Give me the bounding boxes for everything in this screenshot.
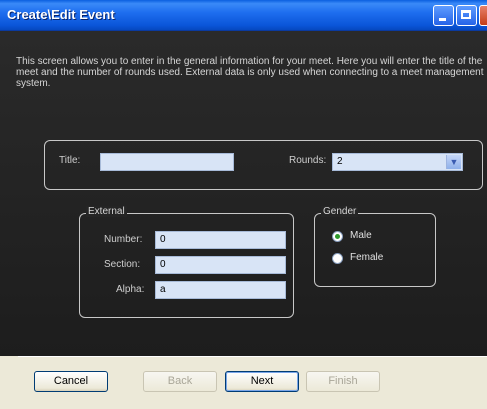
minimize-icon xyxy=(439,18,446,21)
gender-legend: Gender xyxy=(321,206,359,217)
number-field[interactable]: 0 xyxy=(155,231,286,249)
rounds-label: Rounds: xyxy=(289,155,327,166)
female-radio[interactable] xyxy=(332,253,343,264)
section-field[interactable]: 0 xyxy=(155,256,286,274)
number-label: Number: xyxy=(104,234,143,245)
section-label: Section: xyxy=(104,259,141,270)
close-button[interactable] xyxy=(479,5,487,26)
radio-selected-dot xyxy=(335,234,340,239)
maximize-icon xyxy=(461,10,471,19)
main-panel: This screen allows you to enter in the g… xyxy=(0,31,487,356)
title-label: Title: xyxy=(59,155,81,166)
cancel-button[interactable]: Cancel xyxy=(34,371,108,392)
back-button[interactable]: Back xyxy=(143,371,217,392)
chevron-down-icon[interactable]: ▼ xyxy=(446,155,461,169)
event-dialog: Create\Edit Event This screen allows you… xyxy=(0,0,487,409)
alpha-label: Alpha: xyxy=(116,284,145,295)
female-label[interactable]: Female xyxy=(350,252,383,263)
next-button[interactable]: Next xyxy=(225,371,299,392)
minimize-button[interactable] xyxy=(433,5,454,26)
male-label[interactable]: Male xyxy=(350,230,372,241)
alpha-field[interactable]: a xyxy=(155,281,286,299)
maximize-button[interactable] xyxy=(456,5,477,26)
intro-text: This screen allows you to enter in the g… xyxy=(16,56,484,89)
window-title: Create\Edit Event xyxy=(7,7,115,22)
title-field[interactable] xyxy=(100,153,234,171)
finish-button[interactable]: Finish xyxy=(306,371,380,392)
title-bar[interactable]: Create\Edit Event xyxy=(0,0,487,31)
male-radio[interactable] xyxy=(332,231,343,242)
rounds-select[interactable]: 2 ▼ xyxy=(332,153,463,171)
rounds-value: 2 xyxy=(337,156,343,167)
external-group: External Number: 0 Section: 0 Alpha: a xyxy=(79,206,294,318)
external-legend: External xyxy=(86,206,127,217)
title-rounds-group: Title: Rounds: 2 ▼ xyxy=(44,140,483,190)
gender-group: Gender Male Female xyxy=(314,206,436,287)
